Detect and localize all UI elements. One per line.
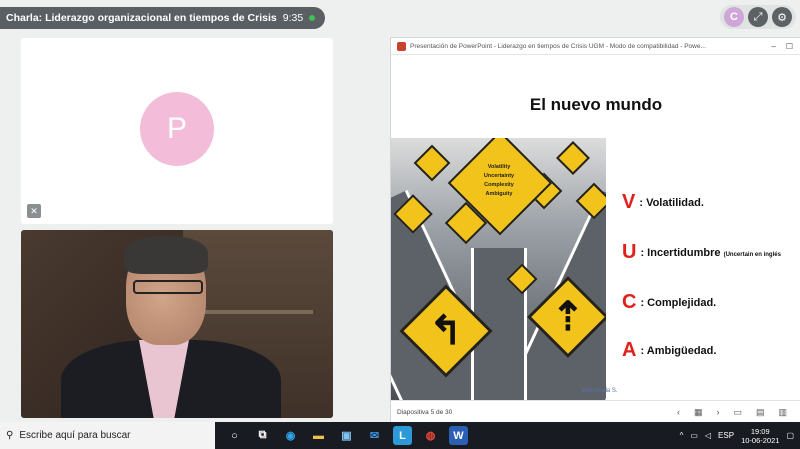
meeting-title-chip: Charla: Liderazgo organizacional en tiem… (0, 7, 326, 29)
previous-slide-icon[interactable]: ‹ (677, 407, 680, 418)
slide-credit: Valenzuela S. (581, 388, 618, 394)
vuca-item-v: V: Volatilidad. (622, 191, 704, 214)
minimize-icon[interactable]: – (771, 42, 775, 51)
maximize-icon[interactable]: ☐ (786, 42, 793, 51)
taskbar-clock[interactable]: 19:09 10-06-2021 (741, 427, 779, 445)
system-tray: ^ ▭ ◁ ESP 19:09 10-06-2021 ▢ (680, 427, 800, 445)
shared-powerpoint-window[interactable]: Presentación de PowerPoint - Liderazgo e… (390, 37, 800, 424)
powerpoint-logo-icon (397, 41, 406, 51)
ppt-window-title: Presentación de PowerPoint - Liderazgo e… (410, 42, 706, 50)
search-placeholder: Escribe aquí para buscar (19, 430, 131, 441)
mic-muted-icon: ✕ (27, 204, 41, 218)
store-icon[interactable]: ▣ (337, 426, 356, 445)
vuca-item-u: U: Incertidumbre (Uncertain en inglés (622, 241, 781, 264)
slide-menu-icon[interactable]: ▦ (694, 407, 703, 418)
reading-view-icon[interactable]: ▥ (778, 407, 787, 418)
expand-icon[interactable]: ⤢ (748, 7, 768, 27)
road-sign-icon (556, 141, 590, 175)
vuca-word: Ambiguity (485, 191, 513, 197)
ppt-status-bar: Diapositiva 5 de 30 ‹ ▦ › ▭ ▤ ▥ (391, 400, 800, 423)
language-indicator[interactable]: ESP (718, 431, 734, 440)
participant-tile[interactable]: P ✕ (21, 38, 333, 224)
recording-indicator-icon (309, 15, 316, 21)
tray-chevron-up-icon[interactable]: ^ (680, 431, 684, 440)
vuca-word: Complexity (484, 182, 514, 188)
ppt-titlebar: Presentación de PowerPoint - Liderazgo e… (391, 38, 800, 55)
normal-view-icon[interactable]: ▭ (733, 407, 742, 418)
edge-browser-icon[interactable]: ◉ (281, 426, 300, 445)
clock-date: 10-06-2021 (741, 435, 780, 445)
vuca-word: Uncertainty (483, 173, 515, 179)
next-slide-icon[interactable]: › (716, 407, 719, 418)
meeting-time: 9:35 (282, 12, 304, 24)
search-icon: ⚲ (6, 430, 14, 441)
mail-icon[interactable]: ✉ (365, 426, 384, 445)
chrome-icon[interactable]: ◍ (421, 426, 440, 445)
sorter-view-icon[interactable]: ▤ (756, 407, 765, 418)
background-shelf (203, 310, 313, 314)
speaker-hair (124, 236, 208, 274)
cortana-icon[interactable]: ○ (225, 426, 244, 445)
meeting-title: Charla: Liderazgo organizacional en tiem… (6, 12, 277, 24)
window-buttons: – ☐ (771, 42, 800, 51)
vuca-letter: C (622, 291, 637, 313)
vuca-item-c: C: Complejidad. (622, 291, 716, 314)
settings-gear-icon[interactable]: ⚙ (772, 7, 792, 27)
vuca-item-text: : Volatilidad. (639, 197, 704, 209)
taskbar-apps: ○ ⧉ ◉ ▬ ▣ ✉ L ◍ W (225, 426, 468, 445)
task-view-icon[interactable]: ⧉ (253, 426, 272, 445)
vuca-word: Volatility (487, 164, 511, 170)
network-icon[interactable]: ▭ (690, 431, 698, 440)
slideshow-nav: ‹ ▦ › ▭ ▤ ▥ (677, 407, 800, 418)
vuca-item-a: A: Ambigüedad. (622, 339, 716, 362)
slide-title: El nuevo mundo (529, 95, 663, 114)
notifications-icon[interactable]: ▢ (786, 431, 794, 440)
file-explorer-icon[interactable]: ▬ (309, 426, 328, 445)
vuca-road-signs-image: Volatility Uncertainty Complexity Ambigu… (391, 138, 606, 400)
taskbar-search-box[interactable]: ⚲ Escribe aquí para buscar (0, 422, 215, 449)
windows-taskbar: ⚲ Escribe aquí para buscar ○ ⧉ ◉ ▬ ▣ ✉ L… (0, 422, 800, 449)
vuca-letter: U (622, 241, 637, 263)
speaker-glasses (133, 280, 203, 294)
user-avatar[interactable]: C (724, 7, 744, 27)
clock-time: 19:09 (750, 426, 770, 436)
vuca-sign-text: Volatility Uncertainty Complexity Ambigu… (461, 163, 537, 199)
vuca-letter: A (622, 339, 637, 361)
top-controls: C ⤢ ⚙ (720, 5, 796, 29)
slide-counter: Diapositiva 5 de 30 (397, 408, 453, 416)
volume-icon[interactable]: ◁ (705, 431, 711, 440)
vuca-letter: V (622, 191, 636, 213)
app-l-icon[interactable]: L (393, 426, 412, 445)
speaker-video-tile[interactable] (21, 230, 333, 418)
vuca-item-note: (Uncertain en inglés (723, 252, 781, 258)
participant-avatar: P (140, 92, 214, 166)
word-icon[interactable]: W (449, 426, 468, 445)
vuca-item-text: : Ambigüedad. (640, 345, 717, 357)
road-sign-icon (413, 144, 451, 182)
vuca-item-text: : Complejidad. (640, 297, 717, 309)
slide: El nuevo mundo Volatility Uncertainty Co… (391, 55, 800, 400)
vuca-item-text: : Incertidumbre (640, 247, 721, 259)
